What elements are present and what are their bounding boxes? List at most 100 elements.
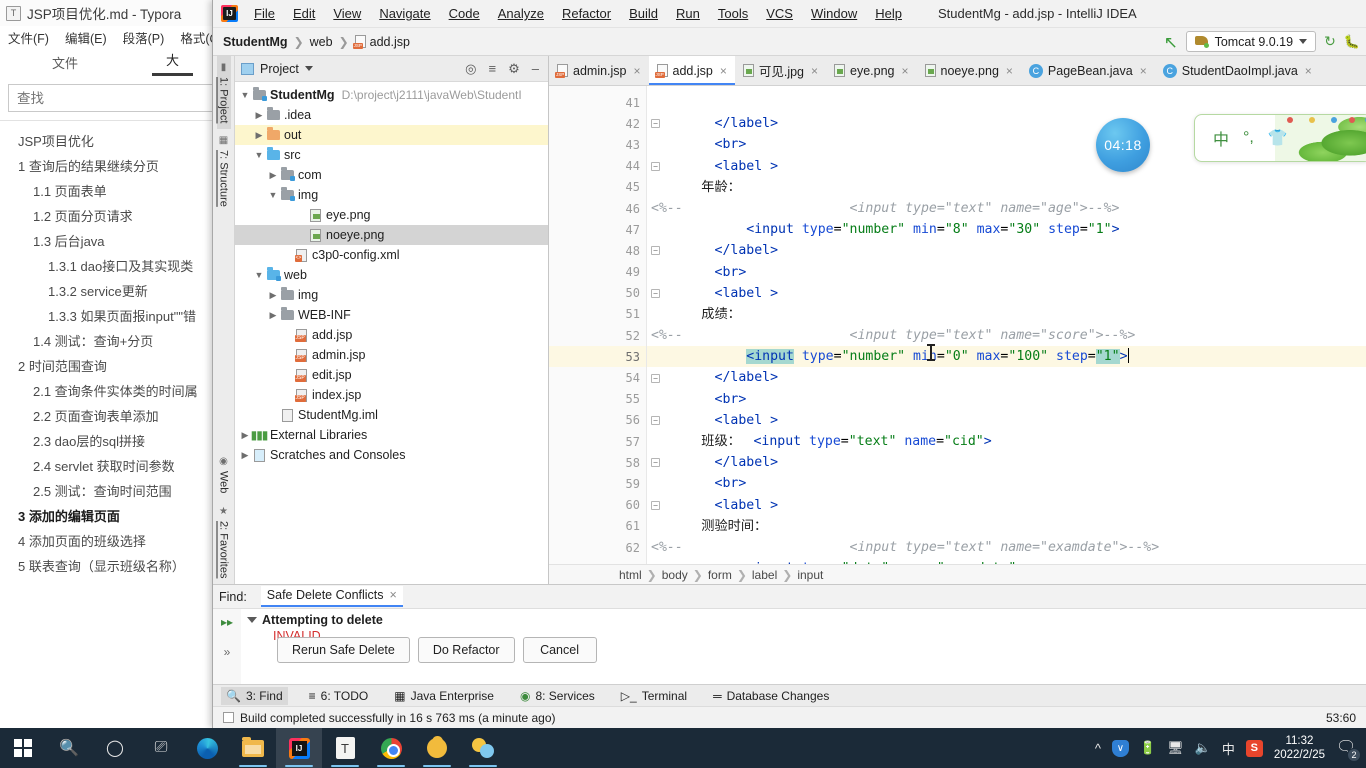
gutter-line-number[interactable]: 45 [549, 177, 646, 198]
system-tray[interactable]: ^ 🔋 🖥 🔈 中 S 11:32 2022/2/25 🗨 2 [1095, 734, 1366, 762]
tree-node[interactable]: ▼ web [235, 265, 548, 285]
back-arrow-icon[interactable] [1164, 35, 1178, 49]
typora-search-input[interactable] [8, 84, 223, 112]
cortana-button[interactable]: ◯ [92, 728, 138, 768]
tree-node[interactable]: JSP index.jsp [235, 385, 548, 405]
sidebar-item-web[interactable]: ◉ Web [217, 450, 231, 499]
editor-breadcrumb-item[interactable]: label [752, 568, 777, 582]
ime-punctuation-icon[interactable]: °, [1243, 129, 1254, 147]
start-button[interactable] [0, 728, 46, 768]
tree-node[interactable]: ▶ img [235, 285, 548, 305]
outline-item[interactable]: 1.3 后台java [0, 229, 231, 254]
code-line[interactable]: <br> [647, 473, 1366, 494]
editor-tab[interactable]: C StudentDaoImpl.java × [1155, 56, 1320, 85]
menu-window[interactable]: Window [803, 2, 865, 25]
notifications-button[interactable]: 🗨 2 [1336, 737, 1361, 762]
clock[interactable]: 11:32 2022/2/25 [1274, 734, 1325, 762]
menu-analyze[interactable]: Analyze [490, 2, 552, 25]
outline-item[interactable]: JSP项目优化 [0, 129, 231, 154]
gutter-line-number[interactable]: 60− [549, 495, 660, 516]
code-line[interactable]: 年龄： [647, 177, 1366, 198]
outline-item[interactable]: 1.3.3 如果页面报input""错 [0, 304, 231, 329]
chevron-right-icon[interactable]: ▶ [239, 430, 251, 441]
do-refactor-button[interactable]: Do Refactor [417, 637, 515, 663]
menu-tools[interactable]: Tools [710, 2, 756, 25]
code-line[interactable]: <%-- <input type="text" name="age">--%> [647, 198, 1366, 219]
editor-tab[interactable]: C PageBean.java × [1021, 56, 1155, 85]
tool-tab-terminal[interactable]: ▷_ Terminal [616, 687, 692, 705]
gutter-line-number[interactable]: 57 [549, 431, 646, 452]
volume-icon[interactable]: 🔈 [1195, 740, 1211, 756]
chrome-button[interactable] [368, 728, 414, 768]
tree-node[interactable]: StudentMg.iml [235, 405, 548, 425]
tree-node[interactable]: eye.png [235, 205, 548, 225]
outline-item[interactable]: 1.4 测试：查询+分页 [0, 329, 231, 354]
code-line[interactable]: <input type="number" min="0" max="100" s… [647, 346, 1366, 368]
idea-left-tool-strip[interactable]: ▮ 1: Project ▦ 7: Structure ◉ Web ★ 2: F… [213, 56, 235, 584]
menu-edit[interactable]: Edit [285, 2, 323, 25]
gutter-line-number[interactable]: 41 [549, 92, 646, 113]
gutter-line-number[interactable]: 62 [549, 537, 646, 558]
tool-tab-java-enterprise[interactable]: ▦ Java Enterprise [389, 687, 499, 705]
tree-node[interactable]: JSP admin.jsp [235, 345, 548, 365]
chevron-down-icon[interactable]: ▼ [253, 150, 265, 160]
gutter-line-number[interactable]: 43 [549, 134, 646, 155]
ime-skin-icon[interactable]: 👕 [1268, 128, 1288, 148]
menu-code[interactable]: Code [441, 2, 488, 25]
tree-node[interactable]: ▶ WEB-INF [235, 305, 548, 325]
tool-tab-find[interactable]: 🔍 3: Find [221, 686, 288, 705]
expand-all-icon[interactable]: ▸▸ [221, 615, 233, 629]
editor-tab[interactable]: noeye.png × [917, 56, 1021, 85]
editor-breadcrumb-item[interactable]: form [708, 568, 732, 582]
tree-node[interactable]: ▼ StudentMg D:\project\j2111\javaWeb\Stude… [235, 85, 548, 105]
event-log-icon[interactable] [223, 712, 234, 723]
editor-tab[interactable]: 可见.jpg × [735, 56, 826, 85]
chevron-down-icon[interactable]: ▼ [253, 270, 265, 280]
tree-node[interactable]: noeye.png [235, 225, 548, 245]
more-icon[interactable]: » [224, 645, 231, 659]
editor-tab[interactable]: admin.jsp × [549, 56, 649, 85]
minimize-icon[interactable]: – [529, 61, 542, 76]
editor-breadcrumb-item[interactable]: body [662, 568, 688, 582]
outline-item[interactable]: 1.3.2 service更新 [0, 279, 231, 304]
outline-item[interactable]: 1.1 页面表单 [0, 179, 231, 204]
sidebar-item-favorites[interactable]: ★ 2: Favorites [217, 500, 231, 584]
editor-breadcrumb-item[interactable]: input [797, 568, 823, 582]
gutter-line-number[interactable]: 51 [549, 304, 646, 325]
outline-item[interactable]: 2.2 页面查询表单添加 [0, 404, 231, 429]
code-line[interactable]: <br> [647, 262, 1366, 283]
outline-item[interactable]: 1 查询后的结果继续分页 [0, 154, 231, 179]
qq-button[interactable] [414, 728, 460, 768]
code-line[interactable]: <input type="number" min="8" max="30" st… [647, 219, 1366, 240]
idea-menubar[interactable]: File Edit View Navigate Code Analyze Ref… [213, 0, 1366, 28]
editor-breadcrumb-item[interactable]: html [619, 568, 642, 582]
gutter-line-number[interactable]: 44− [549, 156, 660, 177]
file-explorer-button[interactable] [230, 728, 276, 768]
chevron-down-icon[interactable] [247, 617, 257, 623]
locate-icon[interactable]: ◎ [462, 61, 479, 77]
find-tab-safe-delete-conflicts[interactable]: Safe Delete Conflicts × [260, 586, 403, 607]
code-line[interactable]: <label > [647, 495, 1366, 516]
find-result-node[interactable]: Attempting to delete [247, 613, 1366, 627]
tool-tab-services[interactable]: ◉ 8: Services [515, 687, 600, 705]
code-line[interactable]: <label > [647, 410, 1366, 431]
tree-node[interactable]: ▶ com [235, 165, 548, 185]
menu-vcs[interactable]: VCS [758, 2, 801, 25]
gutter-line-number[interactable]: 54− [549, 367, 660, 388]
chevron-right-icon[interactable]: ▶ [267, 170, 279, 181]
idea-navigation-bar[interactable]: StudentMg ❯ web ❯ add.jsp Tomcat 9.0.19 … [213, 28, 1366, 56]
editor-tab[interactable]: add.jsp × [648, 56, 736, 85]
close-icon[interactable]: × [902, 64, 909, 78]
sidebar-item-structure[interactable]: ▦ 7: Structure [217, 129, 231, 213]
gutter-line-number[interactable]: 59 [549, 473, 646, 494]
tree-node[interactable]: ▶ ▮▮▮ External Libraries [235, 425, 548, 445]
timer-widget[interactable]: 04:18 [1096, 118, 1150, 172]
typora-tab-outline[interactable]: 大 [151, 48, 193, 76]
run-icon[interactable]: ↻ [1324, 33, 1336, 50]
sogou-input-icon[interactable]: S [1245, 739, 1263, 757]
shield-icon[interactable] [1111, 739, 1129, 757]
outline-item[interactable]: 1.3.1 dao接口及其实现类 [0, 254, 231, 279]
code-editor[interactable]: 41 42−43 44−45 46 47 48−49 50−51 52 53 54−55 56−57… [549, 86, 1366, 564]
typora-menu-file[interactable]: 文件(F) [8, 28, 49, 47]
chevron-right-icon[interactable]: ▶ [253, 110, 265, 121]
